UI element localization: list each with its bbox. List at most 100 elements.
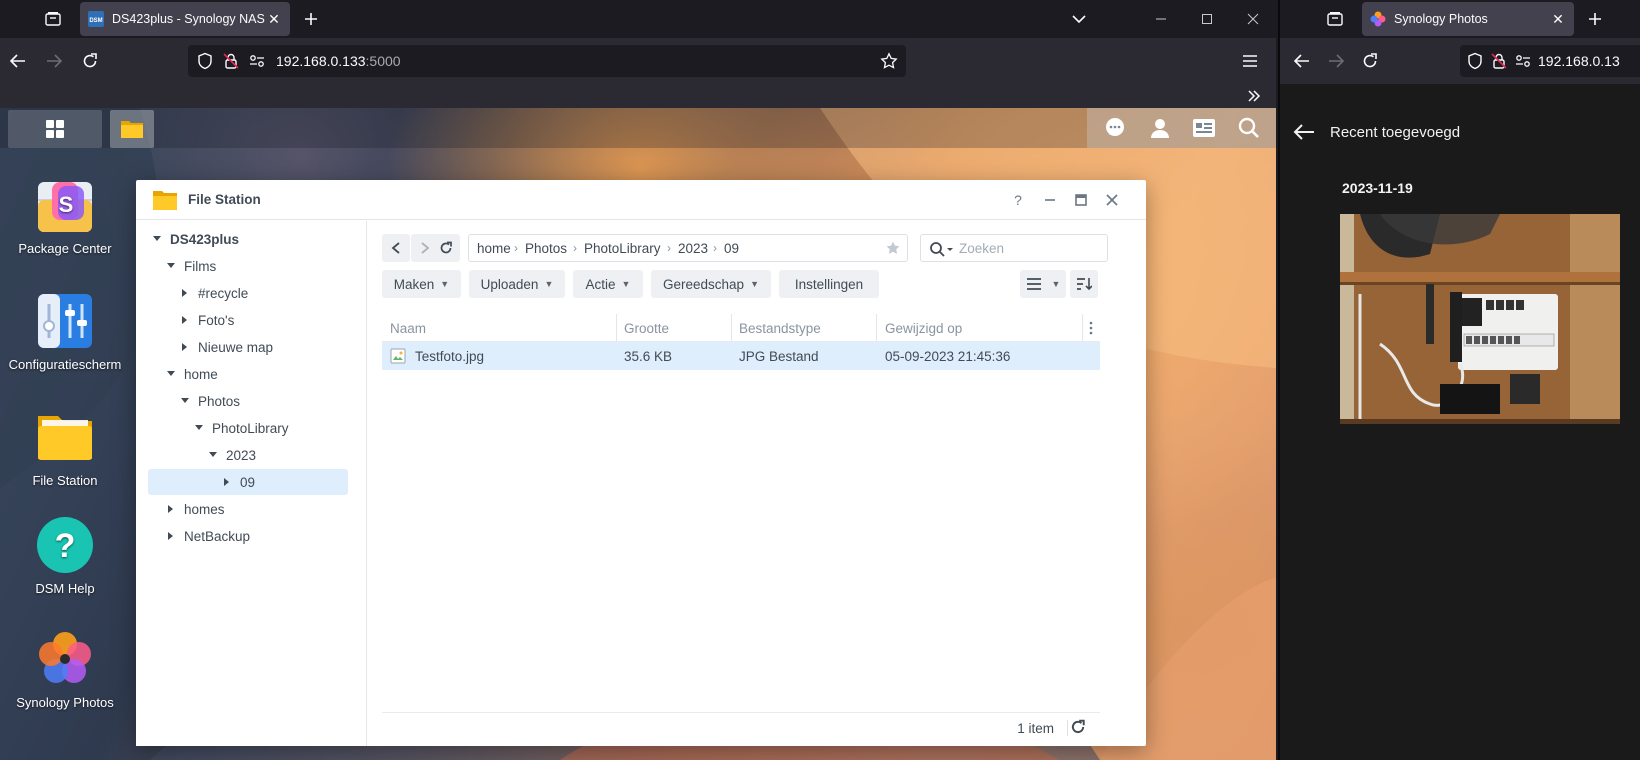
favorite-star-icon[interactable] [885,240,901,256]
refresh-button[interactable] [432,234,460,262]
tracking-protection-icon[interactable] [196,52,214,70]
close-icon[interactable] [1102,190,1122,210]
minimize-window-icon[interactable] [1150,8,1172,30]
list-all-tabs-icon[interactable] [1068,8,1090,30]
insecure-lock-icon[interactable] [222,52,240,70]
tab-synology-photos[interactable]: Synology Photos ✕ [1362,2,1574,36]
sort-button[interactable] [1070,270,1098,298]
caret-right-icon[interactable] [178,286,192,300]
close-tab-icon[interactable]: ✕ [266,11,282,27]
caret-right-icon[interactable] [178,313,192,327]
url-bar[interactable]: 192.168.0.133:5000 [188,45,906,77]
column-modified[interactable]: Gewijzigd op [885,321,962,336]
breadcrumb-2023[interactable]: 2023 [678,241,708,256]
new-tab-icon[interactable] [1584,8,1606,30]
site-permissions-icon[interactable] [248,52,266,70]
back-icon[interactable] [1290,49,1314,73]
breadcrumb-home[interactable]: home [477,241,511,256]
tree-item-ds423plus[interactable]: DS423plus [150,226,239,252]
caret-down-icon[interactable] [192,421,206,435]
help-icon[interactable]: ? [1008,190,1028,210]
overflow-chevrons-icon[interactable] [1246,88,1262,104]
minimize-icon[interactable] [1040,190,1060,210]
notifications-chat-icon[interactable] [1103,116,1127,140]
user-icon[interactable] [1148,116,1172,140]
status-refresh-icon[interactable] [1070,719,1088,737]
reload-icon[interactable] [78,49,102,73]
window-titlebar[interactable]: File Station ? [136,180,1146,220]
column-type[interactable]: Bestandstype [739,321,821,336]
path-breadcrumb[interactable]: home › Photos › PhotoLibrary › 2023 › 09 [468,234,908,262]
main-menu-button[interactable] [8,110,102,148]
caret-down-icon[interactable] [206,448,220,462]
search-input[interactable]: Zoeken [920,234,1108,262]
gereedschap-button[interactable]: Gereedschap ▼ [651,270,771,298]
breadcrumb-09[interactable]: 09 [724,241,739,256]
caret-down-icon[interactable] [164,259,178,273]
search-icon[interactable] [1237,116,1261,140]
new-tab-icon[interactable] [300,8,322,30]
back-icon[interactable] [6,49,30,73]
photo-thumbnail[interactable] [1340,214,1620,424]
column-size[interactable]: Grootte [624,321,669,336]
caret-down-icon[interactable] [178,394,192,408]
tab-overview-icon[interactable] [42,8,64,30]
reload-icon[interactable] [1358,49,1382,73]
url-text[interactable]: 192.168.0.133:5000 [276,53,401,69]
column-name[interactable]: Naam [390,321,426,336]
caret-right-icon[interactable] [164,529,178,543]
insecure-lock-icon[interactable] [1490,52,1508,70]
actie-button[interactable]: Actie ▼ [573,270,643,298]
maximize-window-icon[interactable] [1196,8,1218,30]
widgets-icon[interactable] [1192,116,1216,140]
search-icon[interactable] [929,241,953,257]
url-bar[interactable]: 192.168.0.13 [1460,45,1640,77]
view-mode-button[interactable]: ▼ [1020,270,1066,298]
tree-item-2023[interactable]: 2023 [206,442,256,468]
tracking-protection-icon[interactable] [1466,52,1484,70]
back-button[interactable] [382,234,410,262]
menu-icon[interactable] [1238,49,1262,73]
tab-overview-icon[interactable] [1324,8,1346,30]
close-window-icon[interactable] [1242,8,1264,30]
maken-button[interactable]: Maken ▼ [382,270,461,298]
uploaden-button[interactable]: Uploaden ▼ [469,270,565,298]
desktop-icon-package-center[interactable]: S Package Center [0,176,130,257]
column-options-icon[interactable] [1089,321,1093,335]
bookmark-star-icon[interactable] [880,52,898,70]
url-text[interactable]: 192.168.0.13 [1538,53,1620,69]
site-permissions-icon[interactable] [1514,52,1532,70]
file-name[interactable]: Testfoto.jpg [415,349,484,364]
desktop-icon-file-station[interactable]: File Station [0,408,130,489]
instellingen-button[interactable]: Instellingen [779,270,879,298]
tree-item-home[interactable]: home [164,361,218,387]
tree-item-homes[interactable]: homes [164,496,225,522]
close-tab-icon[interactable]: ✕ [1550,11,1566,27]
taskbar-file-station[interactable] [110,110,154,148]
file-station-window: File Station ? DS423plus Films #recycle … [136,180,1146,746]
caret-right-icon[interactable] [220,475,234,489]
tree-item-09[interactable]: 09 [148,469,348,495]
tree-item-recycle[interactable]: #recycle [178,280,248,306]
caret-down-icon[interactable] [150,232,164,246]
tree-item-photos[interactable]: Photos [178,388,240,414]
tree-item-nieuwe-map[interactable]: Nieuwe map [178,334,273,360]
tree-item-photolibrary[interactable]: PhotoLibrary [192,415,289,441]
tree-item-films[interactable]: Films [164,253,216,279]
breadcrumb-photos[interactable]: Photos [525,241,567,256]
back-arrow-icon[interactable] [1292,120,1316,144]
table-row[interactable]: Testfoto.jpg 35.6 KB JPG Bestand 05-09-2… [382,342,1100,370]
desktop-icon-dsm-help[interactable]: ? DSM Help [0,516,130,597]
caret-down-icon[interactable] [164,367,178,381]
caret-right-icon[interactable] [178,340,192,354]
desktop-icon-synology-photos[interactable]: Synology Photos [0,630,130,711]
tree-item-netbackup[interactable]: NetBackup [164,523,250,549]
forward-icon[interactable] [1324,49,1348,73]
tree-item-fotos[interactable]: Foto's [178,307,234,333]
caret-right-icon[interactable] [164,502,178,516]
breadcrumb-photolibrary[interactable]: PhotoLibrary [584,241,661,256]
desktop-icon-configuratiescherm[interactable]: Configuratiescherm [0,292,130,373]
tab-dsm[interactable]: DSM DS423plus - Synology NAS ✕ [80,2,290,36]
maximize-icon[interactable] [1071,190,1091,210]
forward-icon[interactable] [42,49,66,73]
